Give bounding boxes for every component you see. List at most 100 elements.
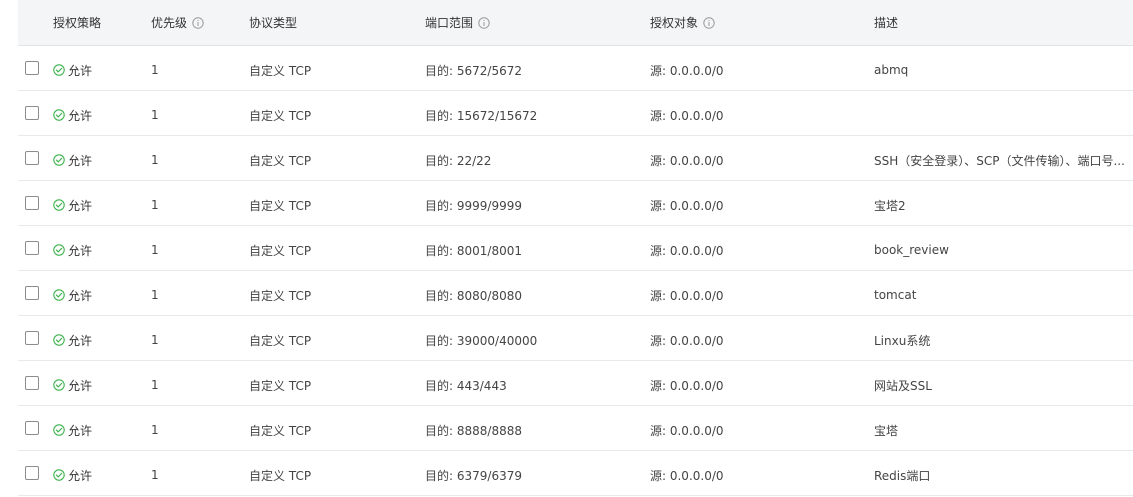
info-icon[interactable]	[192, 16, 204, 29]
row-checkbox[interactable]	[25, 106, 39, 120]
port-range-cell: 目的: 39000/40000	[425, 333, 538, 348]
policy-label: 允许	[68, 63, 93, 78]
description-cell: abmq	[874, 63, 909, 77]
port-range-cell: 目的: 22/22	[425, 153, 492, 168]
row-checkbox[interactable]	[25, 61, 39, 75]
protocol-cell: 自定义 TCP	[249, 63, 312, 78]
priority-cell: 1	[151, 468, 159, 482]
target-cell: 源: 0.0.0.0/0	[650, 243, 724, 258]
target-cell: 源: 0.0.0.0/0	[650, 333, 724, 348]
header-target-label: 授权对象	[650, 16, 699, 30]
description-cell: Linxu系统	[874, 333, 931, 348]
header-protocol: 协议类型	[249, 0, 297, 45]
priority-cell: 1	[151, 153, 159, 167]
row-checkbox[interactable]	[25, 421, 39, 435]
target-cell: 源: 0.0.0.0/0	[650, 198, 724, 213]
priority-cell: 1	[151, 198, 159, 212]
protocol-cell: 自定义 TCP	[249, 108, 312, 123]
check-circle-icon	[53, 469, 65, 481]
info-icon[interactable]	[703, 16, 715, 29]
port-range-cell: 目的: 9999/9999	[425, 198, 522, 213]
check-circle-icon	[53, 244, 65, 256]
policy-label: 允许	[68, 198, 93, 213]
target-cell: 源: 0.0.0.0/0	[650, 63, 724, 78]
table-body: 允许 1 自定义 TCP 目的: 5672/5672 源: 0.0.0.0/0 …	[0, 46, 1133, 496]
port-range-cell: 目的: 5672/5672	[425, 63, 522, 78]
target-cell: 源: 0.0.0.0/0	[650, 378, 724, 393]
check-circle-icon	[53, 379, 65, 391]
policy-status: 允许	[53, 377, 92, 394]
protocol-cell: 自定义 TCP	[249, 198, 312, 213]
policy-label: 允许	[68, 108, 93, 123]
policy-cell: 允许	[53, 183, 92, 227]
info-icon[interactable]	[478, 16, 490, 29]
table-row: 允许 1 自定义 TCP 目的: 15672/15672 源: 0.0.0.0/…	[18, 91, 1133, 136]
policy-cell: 允许	[53, 138, 92, 182]
table-row: 允许 1 自定义 TCP 目的: 39000/40000 源: 0.0.0.0/…	[18, 316, 1133, 361]
priority-cell: 1	[151, 108, 159, 122]
policy-label: 允许	[68, 288, 93, 303]
policy-label: 允许	[68, 423, 93, 438]
target-cell: 源: 0.0.0.0/0	[650, 108, 724, 123]
protocol-cell: 自定义 TCP	[249, 468, 312, 483]
policy-cell: 允许	[53, 228, 92, 272]
policy-status: 允许	[53, 287, 92, 304]
port-range-cell: 目的: 8888/8888	[425, 423, 522, 438]
description-cell: 宝塔	[874, 423, 899, 438]
header-policy: 授权策略	[53, 0, 101, 45]
policy-cell: 允许	[53, 318, 92, 362]
description-cell: 宝塔2	[874, 198, 906, 213]
port-range-cell: 目的: 15672/15672	[425, 108, 538, 123]
policy-cell: 允许	[53, 408, 92, 452]
policy-cell: 允许	[53, 48, 92, 92]
priority-cell: 1	[151, 423, 159, 437]
row-checkbox[interactable]	[25, 196, 39, 210]
priority-cell: 1	[151, 243, 159, 257]
check-circle-icon	[53, 424, 65, 436]
priority-cell: 1	[151, 63, 159, 77]
policy-status: 允许	[53, 107, 92, 124]
description-cell: tomcat	[874, 288, 917, 302]
priority-cell: 1	[151, 378, 159, 392]
header-port-label: 端口范围	[425, 16, 474, 30]
row-checkbox[interactable]	[25, 331, 39, 345]
policy-status: 允许	[53, 332, 92, 349]
table-row: 允许 1 自定义 TCP 目的: 8001/8001 源: 0.0.0.0/0 …	[18, 226, 1133, 271]
policy-status: 允许	[53, 197, 92, 214]
policy-status: 允许	[53, 242, 92, 259]
policy-cell: 允许	[53, 453, 92, 497]
row-checkbox[interactable]	[25, 376, 39, 390]
table-row: 允许 1 自定义 TCP 目的: 443/443 源: 0.0.0.0/0 网站…	[18, 361, 1133, 406]
target-cell: 源: 0.0.0.0/0	[650, 468, 724, 483]
header-protocol-label: 协议类型	[249, 16, 298, 30]
row-checkbox[interactable]	[25, 151, 39, 165]
policy-cell: 允许	[53, 93, 92, 137]
check-circle-icon	[53, 109, 65, 121]
description-cell: 网站及SSL	[874, 378, 932, 393]
header-description-label: 描述	[874, 16, 899, 30]
description-cell: SSH（安全登录）、SCP（文件传输）、端口号...	[874, 153, 1125, 168]
check-circle-icon	[53, 289, 65, 301]
row-checkbox[interactable]	[25, 286, 39, 300]
check-circle-icon	[53, 154, 65, 166]
policy-label: 允许	[68, 468, 93, 483]
description-cell: book_review	[874, 243, 949, 257]
policy-label: 允许	[68, 333, 93, 348]
header-description: 描述	[874, 0, 898, 45]
port-range-cell: 目的: 6379/6379	[425, 468, 522, 483]
protocol-cell: 自定义 TCP	[249, 153, 312, 168]
protocol-cell: 自定义 TCP	[249, 288, 312, 303]
table-row: 允许 1 自定义 TCP 目的: 8080/8080 源: 0.0.0.0/0 …	[18, 271, 1133, 316]
table-row: 允许 1 自定义 TCP 目的: 6379/6379 源: 0.0.0.0/0 …	[18, 451, 1133, 496]
row-checkbox[interactable]	[25, 241, 39, 255]
policy-label: 允许	[68, 153, 93, 168]
target-cell: 源: 0.0.0.0/0	[650, 153, 724, 168]
row-checkbox[interactable]	[25, 466, 39, 480]
header-port: 端口范围	[425, 0, 490, 45]
table-row: 允许 1 自定义 TCP 目的: 5672/5672 源: 0.0.0.0/0 …	[18, 46, 1133, 91]
header-priority-label: 优先级	[151, 16, 188, 30]
check-circle-icon	[53, 199, 65, 211]
table-row: 允许 1 自定义 TCP 目的: 8888/8888 源: 0.0.0.0/0 …	[18, 406, 1133, 451]
policy-status: 允许	[53, 422, 92, 439]
protocol-cell: 自定义 TCP	[249, 333, 312, 348]
